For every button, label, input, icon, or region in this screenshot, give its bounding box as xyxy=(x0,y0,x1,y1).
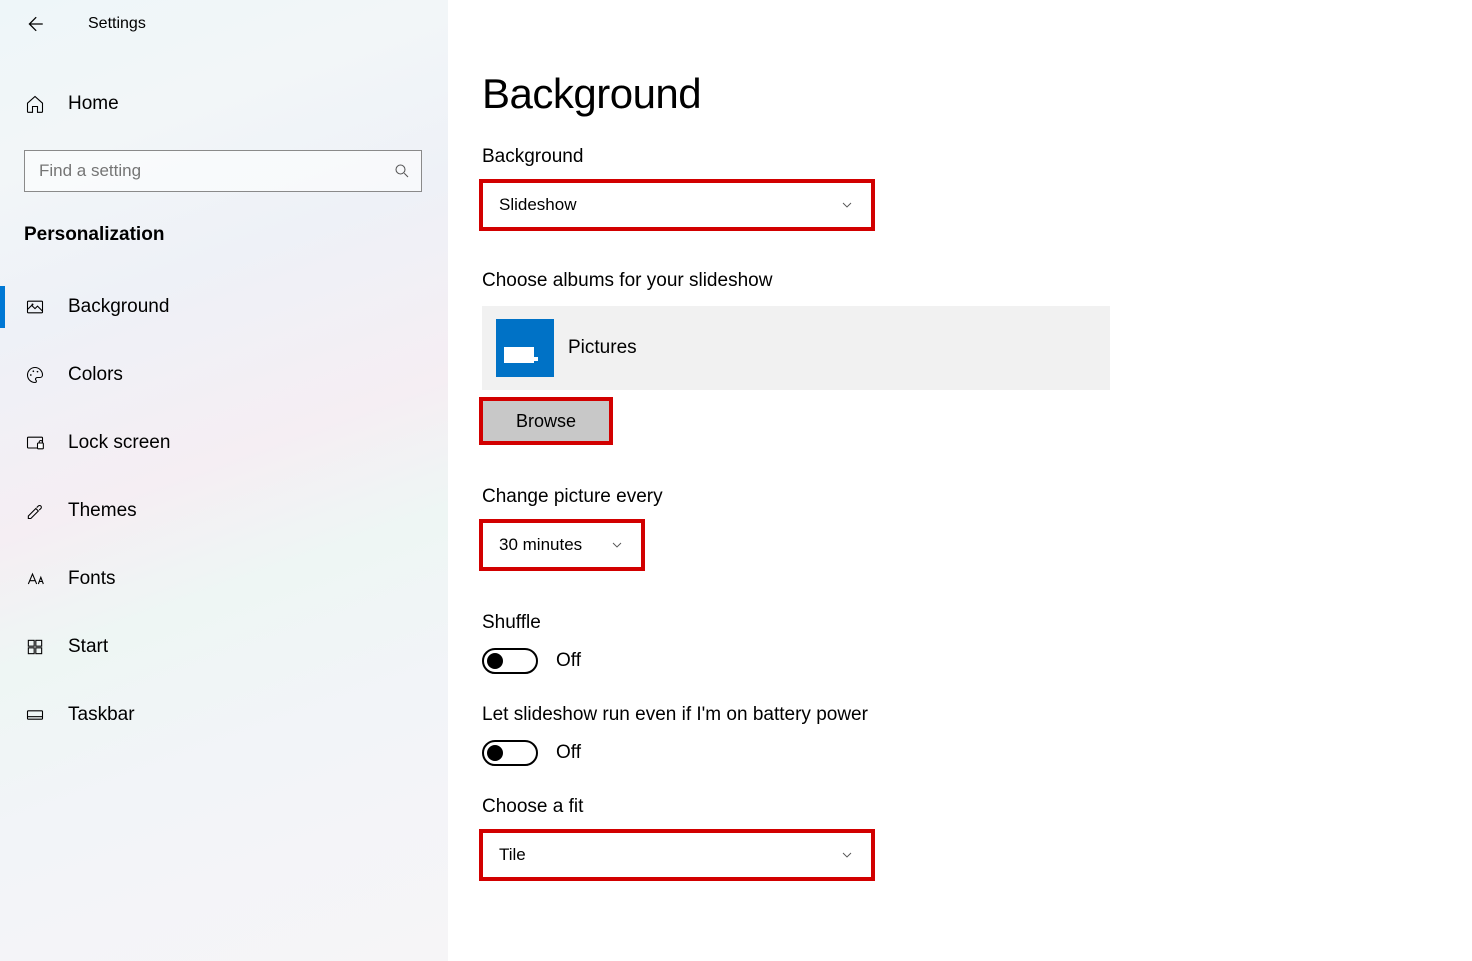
app-title: Settings xyxy=(88,15,146,33)
palette-icon xyxy=(24,364,46,386)
album-thumb xyxy=(496,319,554,377)
interval-group: Change picture every 30 minutes xyxy=(482,486,1472,568)
themes-icon xyxy=(24,500,46,522)
back-button[interactable] xyxy=(20,10,48,38)
sidebar-item-background[interactable]: Background xyxy=(0,280,448,334)
search-input[interactable] xyxy=(39,161,393,181)
battery-toggle[interactable] xyxy=(482,740,538,766)
taskbar-icon xyxy=(24,704,46,726)
albums-section: Choose albums for your slideshow Picture… xyxy=(482,270,1472,486)
sidebar-header: Settings xyxy=(0,0,448,48)
shuffle-toggle[interactable] xyxy=(482,648,538,674)
sidebar-item-label: Themes xyxy=(68,500,137,522)
background-group: Background Slideshow xyxy=(482,146,1472,228)
shuffle-label: Shuffle xyxy=(482,612,1472,634)
sidebar-item-label: Lock screen xyxy=(68,432,170,454)
fit-group: Choose a fit Tile xyxy=(482,796,1472,878)
album-name: Pictures xyxy=(568,337,637,359)
category-title: Personalization xyxy=(24,224,448,246)
sidebar-item-label: Start xyxy=(68,636,108,658)
sidebar-item-lock-screen[interactable]: Lock screen xyxy=(0,416,448,470)
sidebar-item-themes[interactable]: Themes xyxy=(0,484,448,538)
interval-value: 30 minutes xyxy=(499,535,582,555)
main-content: Background Background Slideshow Choose a… xyxy=(448,0,1472,961)
shuffle-group: Shuffle Off xyxy=(482,612,1472,674)
chevron-down-icon xyxy=(839,197,855,213)
battery-state: Off xyxy=(556,742,581,764)
sidebar-item-taskbar[interactable]: Taskbar xyxy=(0,688,448,742)
sidebar-item-label: Taskbar xyxy=(68,704,135,726)
sidebar-item-label: Background xyxy=(68,296,169,318)
fit-label: Choose a fit xyxy=(482,796,1472,818)
lock-screen-icon xyxy=(24,432,46,454)
nav-list: Background Colors Lock screen Themes Fon… xyxy=(0,280,448,742)
sidebar-item-label: Colors xyxy=(68,364,123,386)
background-label: Background xyxy=(482,146,1472,168)
battery-label: Let slideshow run even if I'm on battery… xyxy=(482,704,1472,726)
album-card[interactable]: Pictures xyxy=(482,306,1110,390)
shuffle-state: Off xyxy=(556,650,581,672)
home-label: Home xyxy=(68,93,119,115)
background-value: Slideshow xyxy=(499,195,577,215)
search-wrap xyxy=(24,150,424,192)
fonts-icon xyxy=(24,568,46,590)
search-icon xyxy=(393,162,411,180)
sidebar: Settings Home Personalization Background… xyxy=(0,0,448,961)
sidebar-item-label: Fonts xyxy=(68,568,116,590)
arrow-left-icon xyxy=(23,13,45,35)
battery-group: Let slideshow run even if I'm on battery… xyxy=(482,704,1472,766)
chevron-down-icon xyxy=(609,537,625,553)
sidebar-item-colors[interactable]: Colors xyxy=(0,348,448,402)
browse-button[interactable]: Browse xyxy=(482,400,610,442)
sidebar-item-fonts[interactable]: Fonts xyxy=(0,552,448,606)
sidebar-home[interactable]: Home xyxy=(0,76,448,132)
interval-dropdown[interactable]: 30 minutes xyxy=(482,522,642,568)
search-box[interactable] xyxy=(24,150,422,192)
interval-label: Change picture every xyxy=(482,486,1472,508)
sidebar-item-start[interactable]: Start xyxy=(0,620,448,674)
background-dropdown[interactable]: Slideshow xyxy=(482,182,872,228)
fit-value: Tile xyxy=(499,845,526,865)
fit-dropdown[interactable]: Tile xyxy=(482,832,872,878)
picture-icon xyxy=(24,296,46,318)
page-title: Background xyxy=(482,70,1472,118)
home-icon xyxy=(24,93,46,115)
albums-label: Choose albums for your slideshow xyxy=(482,270,1472,292)
start-icon xyxy=(24,636,46,658)
chevron-down-icon xyxy=(839,847,855,863)
